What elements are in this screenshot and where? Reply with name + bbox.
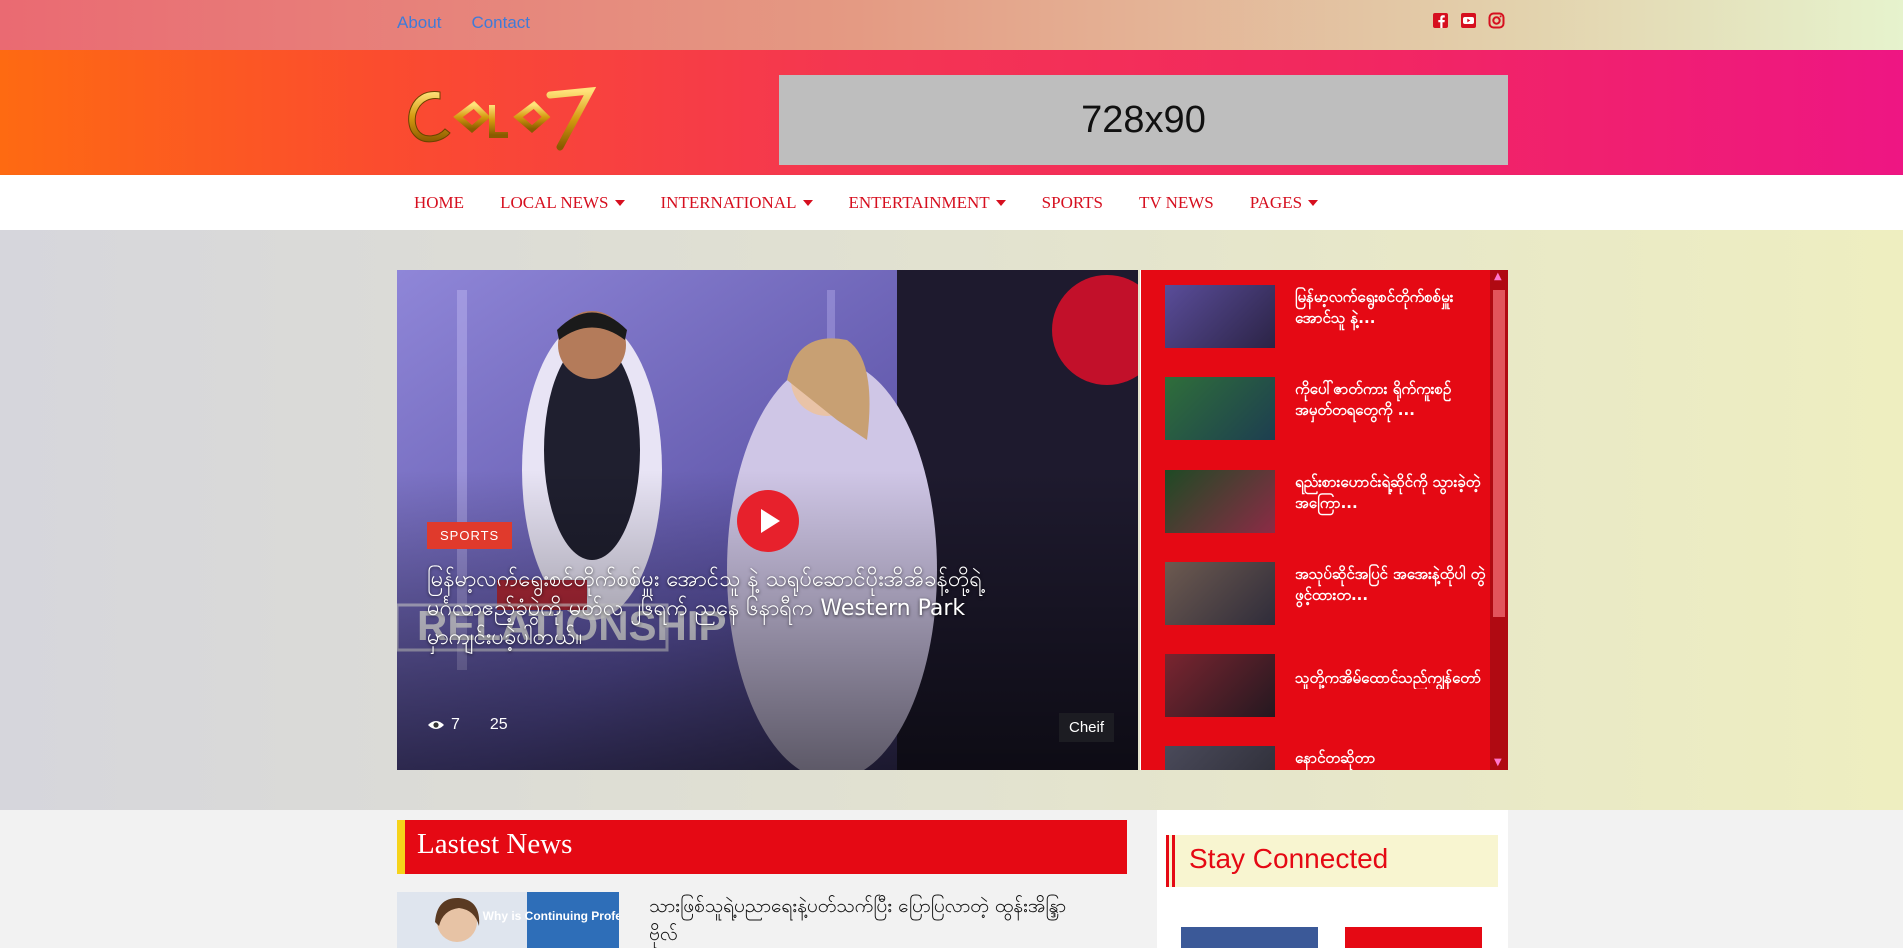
thumbnail (1165, 746, 1275, 770)
nav-label: LOCAL NEWS (500, 192, 609, 212)
eye-icon (428, 721, 444, 729)
list-item-title: သူတို့ကအိမ်ထောင်သည်ကျွန်တော် (1295, 669, 1481, 687)
site-header: 728x90 (0, 50, 1903, 175)
caret-down-icon (995, 199, 1006, 206)
trending-scrollbar[interactable]: ▲ ▼ (1490, 270, 1508, 770)
facebook-icon[interactable] (1432, 12, 1449, 29)
list-item[interactable]: အသုပ်ဆိုင်အပြင် အအေးနဲ့ထိုပါ တွဲဖွင့်ထား… (1165, 562, 1495, 626)
ad-banner[interactable]: 728x90 (779, 75, 1508, 165)
sidebar-title: Stay Connected (1189, 843, 1389, 874)
nav-item-pages[interactable]: PAGES (1232, 193, 1336, 213)
section-title: Lastest News (417, 828, 573, 860)
thumbnail (1165, 654, 1275, 717)
contact-link[interactable]: Contact (471, 13, 530, 33)
post-meta: 7 25 (427, 716, 508, 734)
caret-down-icon (802, 199, 813, 206)
thumbnail (1165, 285, 1275, 348)
list-item[interactable]: နောင်တဆိုတာ (1165, 746, 1495, 770)
list-item-title: အသုပ်ဆိုင်အပြင် အအေးနဲ့ထိုပါ တွဲဖွင့်ထား… (1295, 565, 1486, 604)
latest-news-header: Lastest News (397, 820, 1127, 874)
views-value: 7 (451, 716, 460, 733)
thumbnail-caption: Why is Continuing Professional (483, 909, 619, 923)
news-item[interactable]: Why is Continuing Professional သားဖြစ်သူ… (397, 892, 1127, 948)
instagram-icon[interactable] (1488, 12, 1505, 29)
stay-connected-header: Stay Connected (1166, 835, 1498, 887)
news-title: သားဖြစ်သူရဲ့ပညာရေးနဲ့ပတ်သက်ပြီး ပြောပြလာ… (649, 895, 1067, 945)
list-item-title: မြန်မာ့လက်ရွေးစင်တိုက်စစ်မှူး အောင်သူ နဲ… (1295, 288, 1454, 327)
trending-list: မြန်မာ့လက်ရွေးစင်တိုက်စစ်မှူး အောင်သူ နဲ… (1140, 270, 1508, 770)
author-badge[interactable]: Cheif (1059, 713, 1115, 742)
nav-item-international[interactable]: INTERNATIONAL (643, 193, 831, 213)
caret-down-icon (1308, 199, 1319, 206)
list-item[interactable]: မြန်မာ့လက်ရွေးစင်တိုက်စစ်မှူး အောင်သူ နဲ… (1165, 285, 1495, 349)
nav-label: ENTERTAINMENT (848, 192, 990, 212)
play-video-button[interactable] (737, 490, 799, 552)
list-item-title: ကိုပေါ်ဇာတ်ကား ရိုက်ကူးစဉ်အမှတ်တရတွေကို … (1295, 380, 1452, 419)
list-item[interactable]: ရည်းစားဟောင်းရဲ့ဆိုင်ကို သွားခဲ့တဲ့အကြော… (1165, 470, 1495, 534)
caret-down-icon (614, 199, 625, 206)
category-badge[interactable]: SPORTS (427, 522, 513, 549)
nav-item-home[interactable]: HOME (396, 193, 482, 213)
list-item[interactable]: သူတို့ကအိမ်ထောင်သည်ကျွန်တော် (1165, 654, 1495, 718)
nav-label: TV NEWS (1139, 192, 1214, 212)
scrollbar-thumb[interactable] (1493, 290, 1505, 617)
top-links: About Contact (397, 0, 530, 46)
thumbnail (1165, 377, 1275, 440)
nav-label: INTERNATIONAL (660, 192, 797, 212)
comments-count: 25 (489, 716, 508, 733)
nav-label: SPORTS (1041, 192, 1103, 212)
list-item-title: နောင်တဆိုတာ (1295, 749, 1376, 767)
nav-item-entertainment[interactable]: ENTERTAINMENT (831, 193, 1024, 213)
nav-item-sports[interactable]: SPORTS (1024, 193, 1121, 213)
top-bar: About Contact (0, 0, 1903, 50)
play-icon (761, 509, 780, 533)
facebook-follow-button[interactable] (1181, 927, 1318, 948)
list-item-title: ရည်းစားဟောင်းရဲ့ဆိုင်ကို သွားခဲ့တဲ့အကြော… (1295, 473, 1481, 512)
about-link[interactable]: About (397, 13, 441, 33)
thumbnail (1165, 470, 1275, 533)
featured-post[interactable]: RELATIONSHIP SPORTS မြန်မာ့လက်ရွေးစင်တို… (397, 270, 1138, 770)
youtube-icon[interactable] (1460, 12, 1477, 29)
scroll-down-icon[interactable]: ▼ (1494, 758, 1504, 768)
nav-label: HOME (414, 192, 465, 212)
nav-label: PAGES (1249, 192, 1303, 212)
news-thumbnail: Why is Continuing Professional (397, 892, 619, 948)
site-logo[interactable] (400, 77, 600, 157)
main-nav: HOME LOCAL NEWS INTERNATIONAL ENTERTAINM… (0, 175, 1903, 230)
featured-title[interactable]: မြန်မာ့လက်ရွေးစင်တိုက်စစ်မှူး အောင်သူ နဲ… (427, 565, 987, 652)
nav-item-local-news[interactable]: LOCAL NEWS (482, 193, 642, 213)
list-item[interactable]: ကိုပေါ်ဇာတ်ကား ရိုက်ကူးစဉ်အမှတ်တရတွေကို … (1165, 377, 1495, 441)
thumbnail (1165, 562, 1275, 625)
nav-item-tv-news[interactable]: TV NEWS (1121, 193, 1232, 213)
scroll-up-icon[interactable]: ▲ (1494, 272, 1504, 282)
social-icons (1432, 12, 1505, 29)
views-count: 7 (427, 716, 460, 734)
youtube-follow-button[interactable] (1345, 927, 1482, 948)
